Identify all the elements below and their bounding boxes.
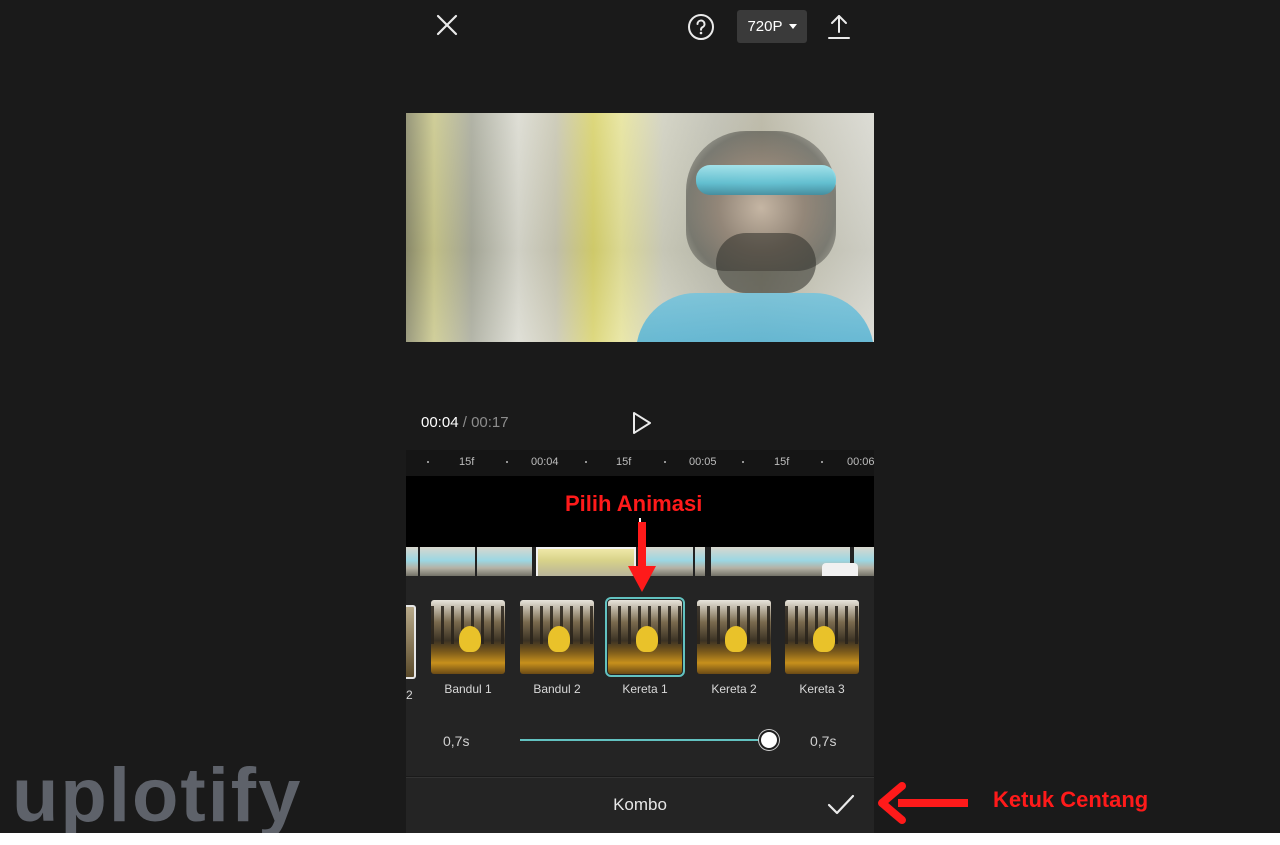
ruler-label: 00:06: [847, 456, 874, 468]
animation-thumbnail: [431, 600, 505, 674]
animation-item-kereta-2[interactable]: Kereta 2: [697, 600, 775, 696]
animation-item-kereta-3[interactable]: Kereta 3: [785, 600, 863, 696]
resolution-label: 720P: [747, 18, 783, 35]
animation-item-bandul-1[interactable]: Bandul 1: [431, 600, 509, 696]
animation-label: Kereta 2: [711, 682, 757, 696]
animation-label-previous: 2: [406, 688, 413, 702]
animation-label: Bandul 1: [444, 682, 492, 696]
animation-thumbnail: [520, 600, 594, 674]
add-clip-button[interactable]: [822, 563, 858, 576]
watermark-logo: uplotify: [12, 753, 303, 838]
animation-panel: 2 Bandul 1 Bandul 2 Kereta 1 Kereta 2 Ke…: [406, 576, 874, 776]
timeline-ruler[interactable]: 15f 00:04 15f 00:05 15f 00:06: [406, 450, 874, 476]
panel-title: Kombo: [613, 795, 667, 814]
animation-item-bandul-2[interactable]: Bandul 2: [520, 600, 598, 696]
total-time: 00:17: [471, 414, 509, 431]
duration-value-label: 0,7s: [810, 733, 837, 749]
ruler-label: 15f: [459, 456, 475, 468]
ruler-label: 00:04: [531, 456, 559, 468]
bottom-bar: Kombo: [406, 777, 874, 834]
selected-clip[interactable]: [536, 547, 636, 576]
check-icon[interactable]: [826, 792, 856, 818]
ruler-label: 00:05: [689, 456, 717, 468]
annotation-arrow-left-icon: [878, 782, 968, 824]
current-time: 00:04: [421, 414, 459, 431]
annotation-tap-check: Ketuk Centang: [993, 787, 1149, 812]
time-display: 00:04 / 00:17: [421, 414, 509, 431]
animation-thumbnail: [605, 597, 685, 677]
animation-item-previous[interactable]: [406, 605, 416, 679]
resolution-dropdown[interactable]: 720P: [737, 10, 807, 43]
duration-slider-track[interactable]: [520, 739, 770, 741]
animation-label: Bandul 2: [533, 682, 581, 696]
animation-label: Kereta 1: [622, 682, 668, 696]
animation-thumbnail: [697, 600, 771, 674]
close-icon[interactable]: [432, 10, 462, 40]
animation-thumbnail: [785, 600, 859, 674]
help-icon[interactable]: [686, 12, 716, 42]
ruler-label: 15f: [774, 456, 790, 468]
duration-slider-handle[interactable]: [759, 730, 779, 750]
animation-label: Kereta 3: [799, 682, 845, 696]
ruler-label: 15f: [616, 456, 632, 468]
duration-min-label: 0,7s: [443, 733, 470, 749]
caret-down-icon: [788, 24, 797, 29]
video-preview[interactable]: [406, 113, 874, 342]
play-icon[interactable]: [630, 410, 654, 436]
animation-item-kereta-1[interactable]: Kereta 1: [605, 597, 686, 696]
annotation-pick-animation: Pilih Animasi: [565, 491, 703, 516]
bottom-strip: [0, 833, 1280, 845]
time-separator: /: [458, 414, 472, 431]
export-icon[interactable]: [825, 12, 853, 42]
annotation-arrow-down-icon: [628, 522, 656, 592]
